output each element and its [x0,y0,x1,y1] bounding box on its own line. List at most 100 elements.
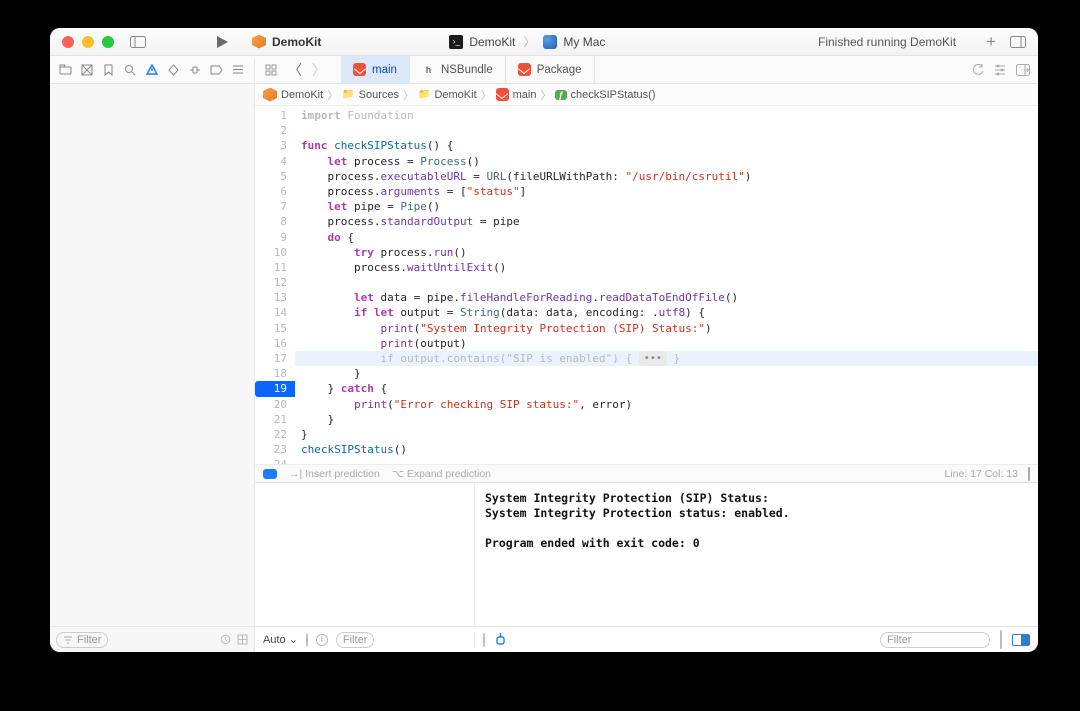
code-line[interactable]: if let output = String(data: data, encod… [295,305,1038,320]
code-line[interactable]: checkSIPStatus() [295,442,1038,457]
line-number[interactable]: 2 [255,123,287,138]
jump-bar-segment[interactable]: 📁DemoKit [418,89,477,101]
back-button[interactable]: 〈 [285,60,305,80]
line-number[interactable]: 1 [255,108,287,123]
code-line[interactable]: process.arguments = ["status"] [295,184,1038,199]
line-number[interactable]: 23 [255,442,287,457]
sidebar-toggle-icon[interactable] [126,30,150,54]
code-content[interactable]: import Foundation func checkSIPStatus() {… [295,106,1038,464]
line-number[interactable]: 19 [255,381,295,396]
line-number[interactable]: 4 [255,154,287,169]
code-line[interactable] [295,275,1038,290]
code-line[interactable]: } [295,366,1038,381]
source-editor[interactable]: 123456789101112131415161718192021222324 … [255,106,1038,464]
line-number[interactable]: 13 [255,290,287,305]
line-number[interactable]: 11 [255,260,287,275]
jump-bar-segment[interactable]: main [496,88,537,101]
code-line[interactable]: print("Error checking SIP status:", erro… [295,397,1038,412]
info-icon[interactable]: i [316,634,328,646]
clear-console-icon[interactable] [1000,631,1002,649]
line-number[interactable]: 7 [255,199,287,214]
minimap-toggle-icon[interactable] [1028,468,1030,480]
variables-scope[interactable]: Auto ⌄ [263,633,298,646]
variables-filter[interactable]: Filter [336,632,374,648]
recent-filter-icon[interactable] [220,634,231,645]
jump-bar-segment[interactable]: 📁Sources [342,89,399,101]
navigator-content[interactable] [50,84,254,626]
debug-navigator-icon[interactable] [185,59,205,81]
line-number[interactable]: 22 [255,427,287,442]
editor-tab[interactable]: hNSBundle [410,56,506,83]
insert-prediction[interactable]: →| Insert prediction [289,468,380,480]
add-editor-icon[interactable] [1016,64,1030,76]
navigator-filter-input[interactable]: Filter [56,632,108,648]
minimize-window[interactable] [82,36,94,48]
refresh-icon[interactable] [971,64,984,76]
line-number[interactable]: 6 [255,184,287,199]
code-line[interactable]: } [295,427,1038,442]
code-line[interactable]: if output.contains("SIP is enabled") { •… [295,351,1038,366]
bookmark-navigator-icon[interactable] [99,59,119,81]
line-number[interactable]: 3 [255,138,287,153]
code-line[interactable]: print("System Integrity Protection (SIP)… [295,321,1038,336]
quicklook-icon[interactable] [306,634,308,646]
code-line[interactable]: try process.run() [295,245,1038,260]
code-line[interactable]: } [295,412,1038,427]
line-number[interactable]: 16 [255,336,287,351]
project-name[interactable]: DemoKit [252,35,321,49]
line-number[interactable]: 15 [255,321,287,336]
source-control-navigator-icon[interactable] [78,59,98,81]
line-number[interactable]: 10 [255,245,287,260]
line-number[interactable]: 8 [255,214,287,229]
code-line[interactable]: } catch { [295,381,1038,396]
related-items-icon[interactable] [261,60,281,80]
code-line[interactable]: process.executableURL = URL(fileURLWithP… [295,169,1038,184]
line-number[interactable]: 5 [255,169,287,184]
close-window[interactable] [62,36,74,48]
issue-navigator-icon[interactable] [142,59,162,81]
line-number[interactable]: 18 [255,366,287,381]
code-line[interactable] [295,457,1038,464]
code-line[interactable]: print(output) [295,336,1038,351]
console-filter[interactable]: Filter [880,632,990,648]
line-number[interactable]: 21 [255,412,287,427]
code-line[interactable]: let process = Process() [295,154,1038,169]
code-line[interactable]: func checkSIPStatus() { [295,138,1038,153]
console-output[interactable]: System Integrity Protection (SIP) Status… [475,483,1038,626]
code-line[interactable] [295,123,1038,138]
editor-tab[interactable]: main [341,56,410,83]
line-number[interactable]: 20 [255,397,287,412]
test-navigator-icon[interactable] [164,59,184,81]
jump-bar-segment[interactable]: ƒcheckSIPStatus() [555,89,655,101]
run-button[interactable] [210,30,234,54]
debug-pane-toggle[interactable] [1012,634,1030,646]
editor-tab[interactable]: Package [506,56,595,83]
metrics-icon[interactable] [483,634,485,646]
scheme-selector[interactable]: ›_ DemoKit 〉 My Mac [449,33,605,50]
jump-bar-segment[interactable]: DemoKit [263,88,323,102]
jump-bar[interactable]: DemoKit〉📁Sources〉📁DemoKit〉main〉ƒcheckSIP… [255,84,1038,106]
forward-button[interactable]: 〉 [309,60,329,80]
debug-memory-icon[interactable] [495,633,506,646]
code-line[interactable]: do { [295,230,1038,245]
line-number[interactable]: 17 [255,351,287,366]
variables-view[interactable] [255,483,475,626]
scm-filter-icon[interactable] [237,634,248,645]
code-line[interactable]: process.standardOutput = pipe [295,214,1038,229]
library-toggle-icon[interactable] [1010,36,1026,48]
adjust-editor-icon[interactable] [994,64,1006,76]
report-navigator-icon[interactable] [229,59,249,81]
line-number[interactable]: 14 [255,305,287,320]
line-gutter[interactable]: 123456789101112131415161718192021222324 [255,106,295,464]
line-number[interactable]: 12 [255,275,287,290]
code-line[interactable]: process.waitUntilExit() [295,260,1038,275]
expand-prediction[interactable]: ⌥ Expand prediction [392,468,491,480]
breakpoint-navigator-icon[interactable] [207,59,227,81]
code-line[interactable]: import Foundation [295,108,1038,123]
code-line[interactable]: let pipe = Pipe() [295,199,1038,214]
add-button[interactable]: + [986,32,996,52]
line-number[interactable]: 9 [255,230,287,245]
find-navigator-icon[interactable] [121,59,141,81]
code-line[interactable]: let data = pipe.fileHandleForReading.rea… [295,290,1038,305]
project-navigator-icon[interactable] [56,59,76,81]
